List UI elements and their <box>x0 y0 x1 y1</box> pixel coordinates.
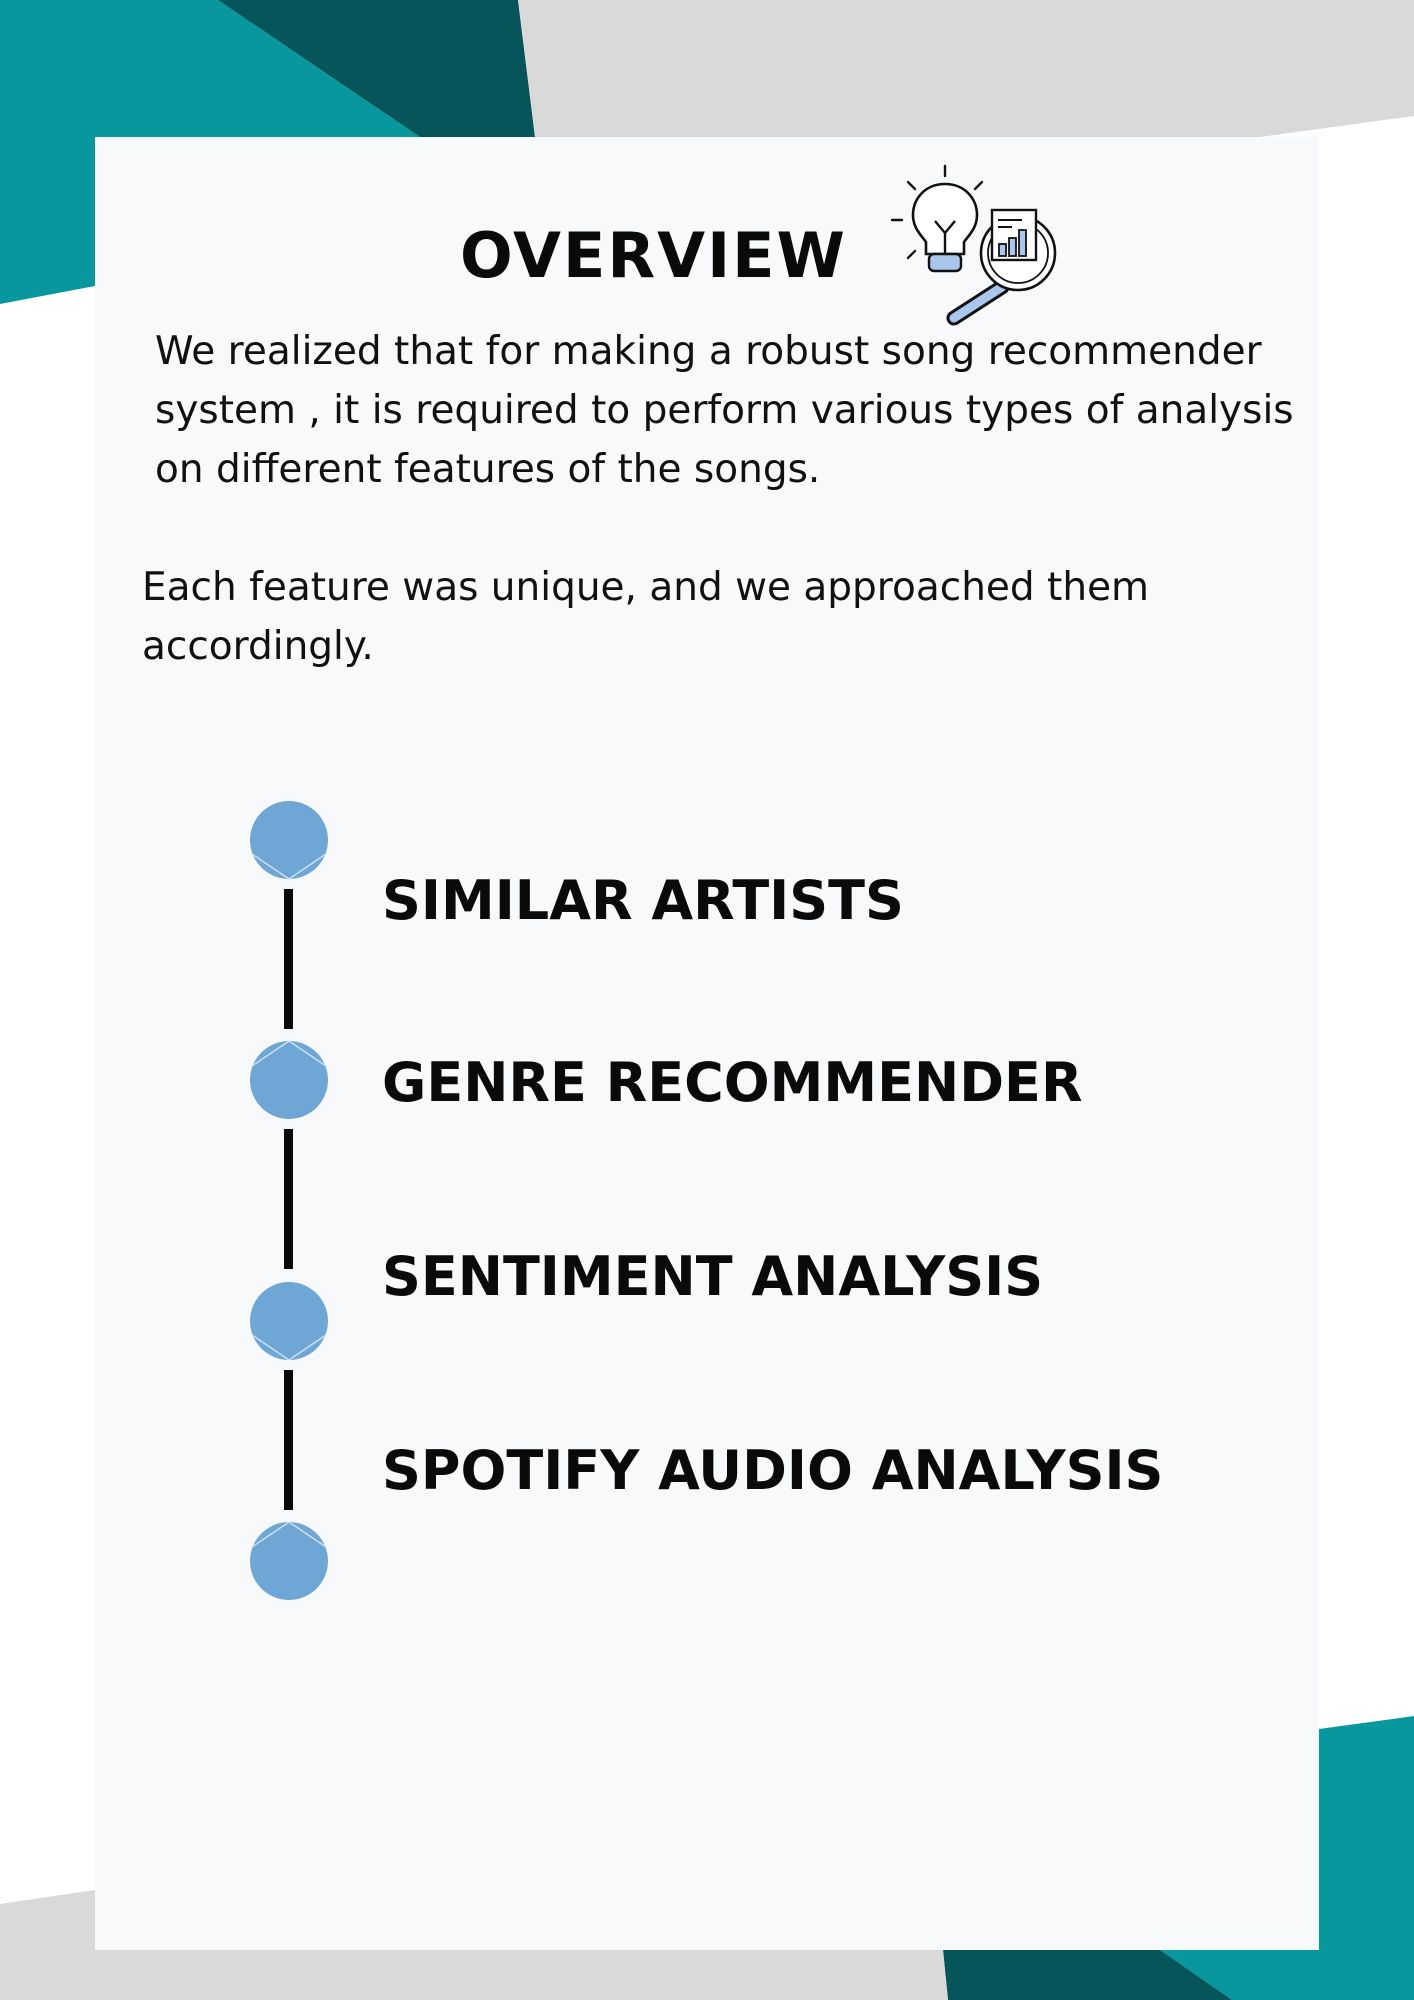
timeline-connector <box>284 889 293 1029</box>
timeline-connector <box>284 1370 293 1510</box>
timeline-node <box>250 801 328 880</box>
timeline-node <box>250 1040 328 1119</box>
approach-paragraph: Each feature was unique, and we approach… <box>142 565 1150 669</box>
timeline-node <box>250 1282 328 1361</box>
page-title: OVERVIEW <box>460 219 847 292</box>
timeline-item-similar-artists: SIMILAR ARTISTS <box>382 869 904 932</box>
timeline <box>250 801 328 1600</box>
lightbulb-magnifier-chart-icon <box>890 164 1057 326</box>
timeline-node <box>250 1521 328 1600</box>
timeline-item-genre-recommender: GENRE RECOMMENDER <box>382 1051 1083 1114</box>
timeline-connectors <box>284 889 293 1510</box>
timeline-connector <box>284 1129 293 1269</box>
timeline-item-spotify-audio-analysis: SPOTIFY AUDIO ANALYSIS <box>382 1439 1164 1502</box>
intro-paragraph: We realized that for making a robust son… <box>155 329 1294 492</box>
top-gray-shape <box>518 0 1414 137</box>
timeline-item-sentiment-analysis: SENTIMENT ANALYSIS <box>382 1245 1044 1308</box>
